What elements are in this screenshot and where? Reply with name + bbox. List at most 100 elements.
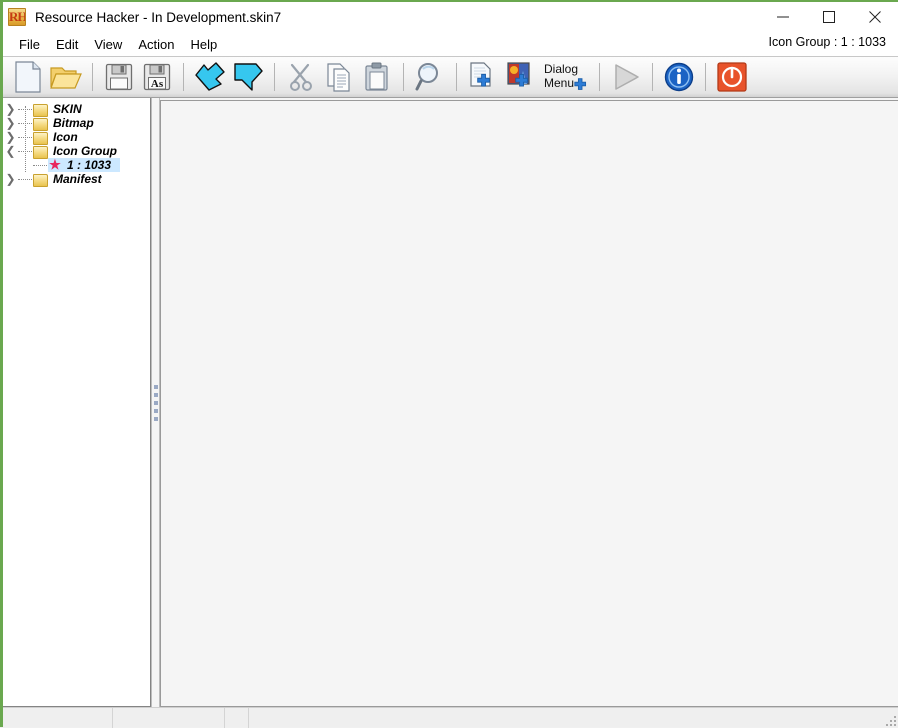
new-file-button[interactable]	[9, 58, 47, 96]
play-triangle-icon	[610, 63, 642, 91]
chevron-right-icon[interactable]: ❯	[3, 172, 18, 186]
maximize-button[interactable]	[806, 2, 852, 32]
menu-item-file[interactable]: File	[11, 35, 48, 54]
tree-dots	[33, 165, 47, 166]
tree-node-icon-group[interactable]: ❮ Icon Group	[3, 144, 150, 158]
resize-grip[interactable]	[883, 713, 896, 726]
folder-icon	[33, 117, 47, 129]
folder-icon	[33, 173, 47, 185]
star-icon: ★	[48, 159, 62, 171]
toolbar-separator-3	[274, 63, 275, 91]
main-area: ❯ SKIN ❯ Bitmap ❯ Icon	[3, 98, 898, 707]
add-resource-button[interactable]	[464, 58, 502, 96]
chevron-right-icon[interactable]: ❯	[3, 102, 18, 116]
tree-node-icon[interactable]: ❯ Icon	[3, 130, 150, 144]
power-off-icon	[717, 62, 747, 92]
folder-open-icon	[33, 145, 47, 157]
tree-node-label: Icon Group	[53, 144, 121, 158]
clipboard-paste-icon	[364, 62, 390, 92]
add-image-icon	[506, 62, 536, 92]
tree-dots	[18, 137, 32, 138]
panel-splitter[interactable]	[151, 98, 160, 707]
dialog-menu-button[interactable]: Dialog Menu	[540, 58, 592, 96]
splitter-dot	[154, 385, 158, 389]
splitter-dot	[154, 409, 158, 413]
toolbar-separator-7	[652, 63, 653, 91]
open-file-button[interactable]	[47, 58, 85, 96]
copy-button[interactable]	[320, 58, 358, 96]
resource-viewer-panel[interactable]	[160, 100, 898, 707]
splitter-dot	[154, 393, 158, 397]
cut-button[interactable]	[282, 58, 320, 96]
window-title: Resource Hacker - In Development.skin7	[35, 10, 281, 25]
chevron-right-icon[interactable]: ❯	[3, 130, 18, 144]
toolbar-separator-5	[456, 63, 457, 91]
status-bar	[3, 707, 898, 727]
minimize-icon	[777, 11, 789, 23]
dialog-label: Dialog	[544, 62, 578, 76]
rh-icon-text: RH	[9, 8, 25, 26]
close-button[interactable]	[852, 2, 898, 32]
resource-tree[interactable]: ❯ SKIN ❯ Bitmap ❯ Icon	[3, 98, 150, 706]
tree-node-label: Icon	[53, 130, 82, 144]
splitter-grip[interactable]	[154, 385, 158, 421]
chevron-right-icon[interactable]: ❯	[3, 116, 18, 130]
save-as-button[interactable]: As	[138, 58, 176, 96]
application-window: RH Resource Hacker - In Development.skin…	[0, 0, 898, 727]
dialog-menu-add-icon: Dialog Menu	[541, 60, 591, 94]
toolbar-separator-2	[183, 63, 184, 91]
menu-item-help[interactable]: Help	[182, 35, 225, 54]
close-icon	[869, 11, 881, 23]
show-script-button[interactable]	[229, 58, 267, 96]
toolbar-separator-4	[403, 63, 404, 91]
save-button[interactable]	[100, 58, 138, 96]
resource-status-label: Icon Group : 1 : 1033	[769, 35, 886, 49]
maximize-icon	[823, 11, 835, 23]
tree-node-skin[interactable]: ❯ SKIN	[3, 102, 150, 116]
title-bar: RH Resource Hacker - In Development.skin…	[3, 2, 898, 32]
magnifier-icon	[415, 62, 445, 92]
compile-script-button[interactable]	[191, 58, 229, 96]
status-cell-4	[249, 708, 898, 728]
toolbar: As	[3, 56, 898, 98]
tree-node-label: Bitmap	[53, 116, 98, 130]
info-circle-icon	[664, 62, 694, 92]
tree-dots	[18, 151, 32, 152]
tree-node-1-1033[interactable]: ★ 1 : 1033	[3, 158, 150, 172]
tree-node-manifest[interactable]: ❯ Manifest	[3, 172, 150, 186]
tree-node-label: SKIN	[53, 102, 86, 116]
find-button[interactable]	[411, 58, 449, 96]
resource-tree-panel[interactable]: ❯ SKIN ❯ Bitmap ❯ Icon	[3, 98, 151, 707]
copy-pages-icon	[325, 62, 353, 92]
exit-button[interactable]	[713, 58, 751, 96]
info-button[interactable]	[660, 58, 698, 96]
folder-icon	[33, 103, 47, 115]
paste-button[interactable]	[358, 58, 396, 96]
menu-item-action[interactable]: Action	[130, 35, 182, 54]
minimize-button[interactable]	[760, 2, 806, 32]
tree-dots	[18, 123, 32, 124]
tree-node-label: 1 : 1033	[67, 158, 115, 172]
cyan-arrow-right-icon	[232, 62, 264, 92]
tree-node-bitmap[interactable]: ❯ Bitmap	[3, 116, 150, 130]
rh-icon: RH	[8, 8, 26, 26]
cyan-arrow-left-icon	[194, 62, 226, 92]
add-document-icon	[468, 62, 498, 92]
splitter-dot	[154, 417, 158, 421]
run-button[interactable]	[607, 58, 645, 96]
chevron-down-icon[interactable]: ❮	[3, 144, 18, 158]
menu-bar: File Edit View Action Help Icon Group : …	[3, 32, 898, 56]
menu-item-edit[interactable]: Edit	[48, 35, 86, 54]
status-cell-2	[113, 708, 225, 728]
tree-dots	[18, 109, 32, 110]
floppy-save-as-icon: As	[143, 63, 171, 91]
status-cell-3	[225, 708, 249, 728]
menu-item-view[interactable]: View	[86, 35, 130, 54]
tree-dots	[18, 179, 32, 180]
splitter-dot	[154, 401, 158, 405]
toolbar-separator-8	[705, 63, 706, 91]
scissors-icon	[287, 62, 315, 92]
tree-node-label: Manifest	[53, 172, 106, 186]
new-document-icon	[13, 61, 43, 93]
add-image-button[interactable]	[502, 58, 540, 96]
